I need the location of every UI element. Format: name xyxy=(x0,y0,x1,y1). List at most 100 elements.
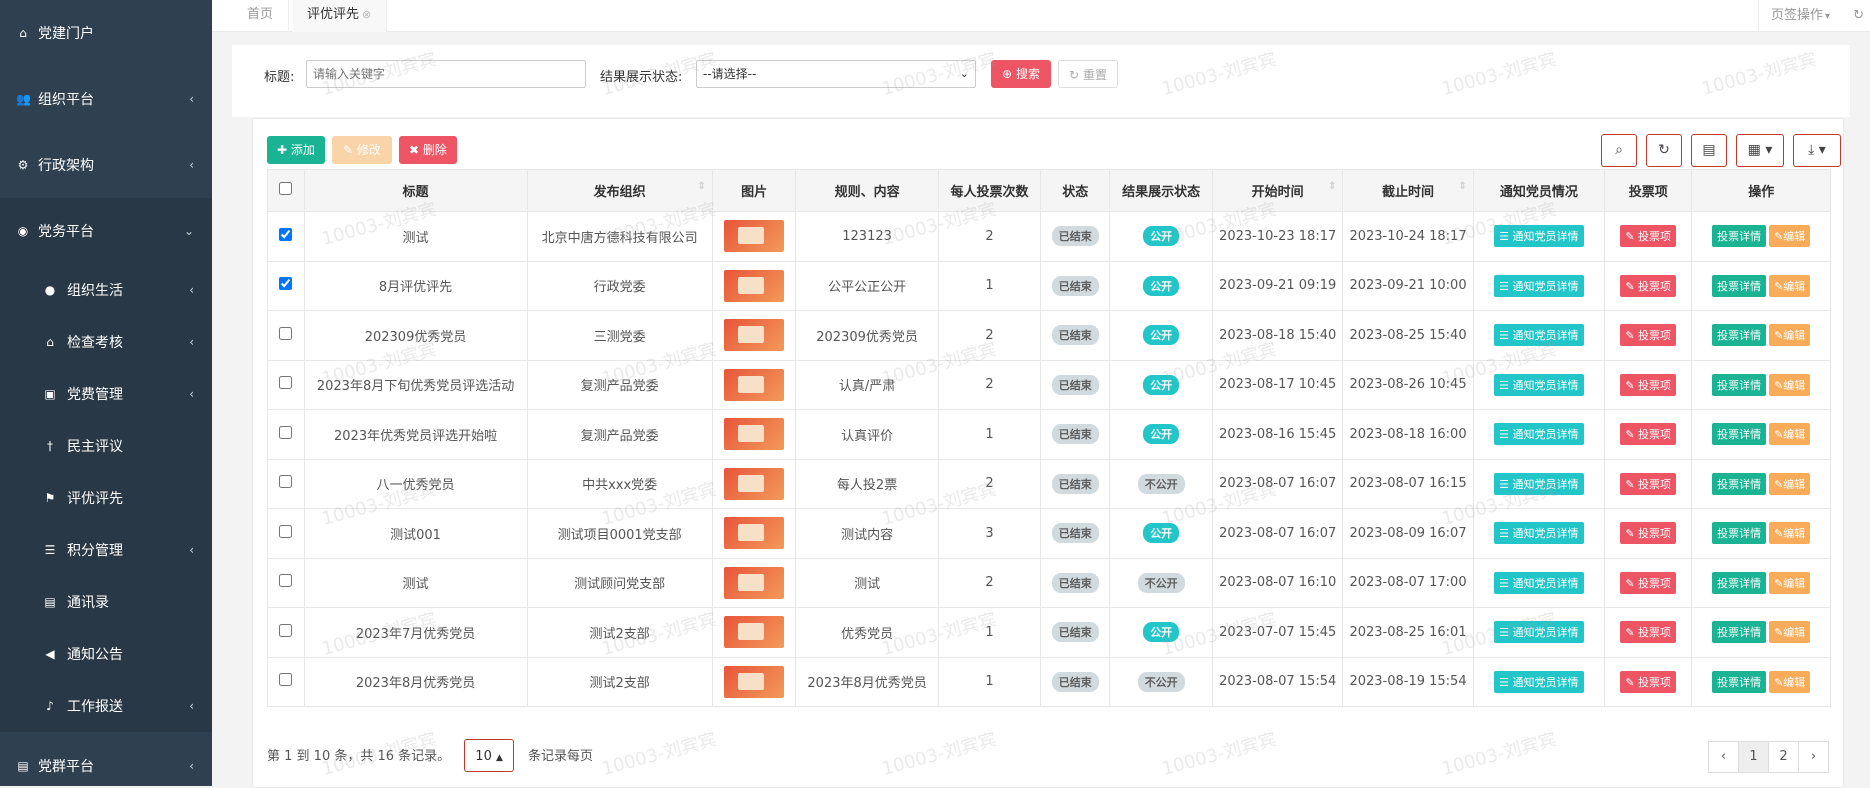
vote-details-button[interactable]: 投票详情 xyxy=(1712,225,1767,248)
tab-operations-menu[interactable]: 页签操作 ▾ xyxy=(1757,0,1842,32)
sidebar-subitem-2[interactable]: ▣ 党费管理 ‹ xyxy=(0,368,212,420)
vote-items-button[interactable]: ✎ 投票项 xyxy=(1620,621,1677,644)
edit-row-button[interactable]: ✎编辑 xyxy=(1769,324,1811,347)
vote-details-button[interactable]: 投票详情 xyxy=(1712,373,1767,396)
vote-items-button[interactable]: ✎ 投票项 xyxy=(1620,373,1677,396)
ballot-box-image[interactable] xyxy=(724,368,785,401)
notify-details-button[interactable]: ☰ 通知党员详情 xyxy=(1494,571,1584,594)
edit-row-button[interactable]: ✎编辑 xyxy=(1769,670,1811,693)
sidebar-item-0[interactable]: ⌂ 党建门户 xyxy=(0,0,212,66)
sidebar-subitem-8[interactable]: ♪ 工作报送 ‹ xyxy=(0,680,212,732)
ballot-box-image[interactable] xyxy=(724,566,785,599)
ballot-box-image[interactable] xyxy=(724,467,785,500)
edit-row-button[interactable]: ✎编辑 xyxy=(1769,274,1811,297)
ballot-box-image[interactable] xyxy=(724,616,785,649)
ballot-box-image[interactable] xyxy=(724,418,785,451)
sidebar-subitem-6[interactable]: ▤ 通讯录 xyxy=(0,576,212,628)
notify-details-button[interactable]: ☰ 通知党员详情 xyxy=(1494,274,1584,297)
vote-items-button[interactable]: ✎ 投票项 xyxy=(1620,571,1677,594)
close-icon[interactable]: ⊗ xyxy=(362,8,371,21)
vote-details-button[interactable]: 投票详情 xyxy=(1712,571,1767,594)
sidebar-subitem-7[interactable]: ◀ 通知公告 xyxy=(0,628,212,680)
page-button[interactable]: 1 xyxy=(1738,741,1769,773)
export-icon[interactable]: ⤓ ▾ xyxy=(1793,134,1841,167)
row-checkbox[interactable] xyxy=(279,574,293,588)
sidebar-subitem-3[interactable]: † 民主评议 xyxy=(0,420,212,472)
row-checkbox[interactable] xyxy=(279,475,293,489)
edit-row-button[interactable]: ✎编辑 xyxy=(1769,522,1811,545)
table-row[interactable]: 测试 北京中唐方德科技有限公司 123123 2 已结束 公开 2023-10-23 18:… xyxy=(267,211,1831,262)
tab-current[interactable]: 评优评先 ⊗ xyxy=(292,0,388,32)
vote-items-button[interactable]: ✎ 投票项 xyxy=(1620,670,1677,693)
sidebar-subitem-5[interactable]: ☰ 积分管理 ‹ xyxy=(0,524,212,576)
add-button[interactable]: ✚ 添加 xyxy=(267,136,325,164)
table-row[interactable]: 2023年优秀党员评选开始啦 复测产品党委 认真评价 1 已结束 公开 2023-08-16… xyxy=(267,409,1831,460)
next-page-button[interactable]: › xyxy=(1798,741,1829,773)
notify-details-button[interactable]: ☰ 通知党员详情 xyxy=(1494,670,1584,693)
refresh-table-icon[interactable]: ↻ xyxy=(1646,134,1682,167)
title-search-input[interactable] xyxy=(306,60,586,88)
vote-details-button[interactable]: 投票详情 xyxy=(1712,423,1767,446)
edit-button[interactable]: ✎ 修改 xyxy=(332,136,392,164)
ballot-box-image[interactable] xyxy=(724,220,785,253)
tab-home[interactable]: 首页 xyxy=(232,0,290,32)
page-button[interactable]: 2 xyxy=(1768,741,1799,773)
refresh-icon[interactable]: ↻ xyxy=(1853,0,1864,32)
table-row[interactable]: 2023年8月优秀党员 测试2支部 2023年8月优秀党员 1 已结束 不公开 2023-0… xyxy=(267,656,1831,707)
ballot-box-image[interactable] xyxy=(724,269,785,302)
table-row[interactable]: 2023年7月优秀党员 测试2支部 优秀党员 1 已结束 公开 2023-07-07 15:… xyxy=(267,607,1831,658)
table-row[interactable]: 2023年8月下旬优秀党员评选活动 复测产品党委 认真/严肃 2 已结束 公开 2023-0… xyxy=(267,359,1831,410)
notify-details-button[interactable]: ☰ 通知党员详情 xyxy=(1494,373,1584,396)
edit-row-button[interactable]: ✎编辑 xyxy=(1769,225,1811,248)
edit-row-button[interactable]: ✎编辑 xyxy=(1769,472,1811,495)
vote-details-button[interactable]: 投票详情 xyxy=(1712,274,1767,297)
row-checkbox[interactable] xyxy=(279,277,293,291)
table-row[interactable]: 测试 测试顾问党支部 测试 2 已结束 不公开 2023-08-07 16:10 2023-0… xyxy=(267,557,1831,608)
vote-details-button[interactable]: 投票详情 xyxy=(1712,522,1767,545)
vote-items-button[interactable]: ✎ 投票项 xyxy=(1620,274,1677,297)
row-checkbox[interactable] xyxy=(279,623,293,637)
vote-items-button[interactable]: ✎ 投票项 xyxy=(1620,472,1677,495)
delete-button[interactable]: ✖ 删除 xyxy=(399,136,457,164)
table-row[interactable]: 8月评优评先 行政党委 公平公正公开 1 已结束 公开 2023-09-21 09:19 20… xyxy=(267,260,1831,311)
vote-items-button[interactable]: ✎ 投票项 xyxy=(1620,225,1677,248)
vote-details-button[interactable]: 投票详情 xyxy=(1712,670,1767,693)
row-checkbox[interactable] xyxy=(279,425,293,439)
row-checkbox[interactable] xyxy=(279,376,293,390)
toggle-view-icon[interactable]: ▤ xyxy=(1691,134,1727,167)
notify-details-button[interactable]: ☰ 通知党员详情 xyxy=(1494,522,1584,545)
ballot-box-image[interactable] xyxy=(724,517,785,550)
edit-row-button[interactable]: ✎编辑 xyxy=(1769,571,1811,594)
table-row[interactable]: 测试001 测试项目0001党支部 测试内容 3 已结束 公开 2023-08-07 16:… xyxy=(267,508,1831,559)
vote-details-button[interactable]: 投票详情 xyxy=(1712,324,1767,347)
page-size-select[interactable]: 10 ▲ xyxy=(464,739,514,772)
column-header-1[interactable]: 发布组织 xyxy=(526,169,713,212)
select-all-checkbox[interactable] xyxy=(279,182,293,195)
status-select[interactable]: --请选择-- ⌄ xyxy=(696,60,976,88)
sidebar-subitem-0[interactable]: ● 组织生活 ‹ xyxy=(0,264,212,316)
sidebar-subitem-4[interactable]: ⚑ 评优评先 xyxy=(0,472,212,524)
vote-items-button[interactable]: ✎ 投票项 xyxy=(1620,522,1677,545)
vote-items-button[interactable]: ✎ 投票项 xyxy=(1620,423,1677,446)
notify-details-button[interactable]: ☰ 通知党员详情 xyxy=(1494,621,1584,644)
row-checkbox[interactable] xyxy=(279,673,293,687)
vote-details-button[interactable]: 投票详情 xyxy=(1712,621,1767,644)
ballot-box-image[interactable] xyxy=(724,319,785,352)
sidebar-item-1[interactable]: 👥 组织平台 ‹ xyxy=(0,66,212,132)
sidebar-item-bottom[interactable]: ▤ 党群平台 ‹ xyxy=(0,746,212,786)
sidebar-item-2[interactable]: ⚙ 行政架构 ‹ xyxy=(0,132,212,198)
column-header-7[interactable]: 开始时间 xyxy=(1211,169,1344,212)
table-row[interactable]: 202309优秀党员 三测党委 202309优秀党员 2 已结束 公开 2023-08-18… xyxy=(267,310,1831,361)
notify-details-button[interactable]: ☰ 通知党员详情 xyxy=(1494,324,1584,347)
edit-row-button[interactable]: ✎编辑 xyxy=(1769,373,1811,396)
search-button[interactable]: ⊕ 搜索 xyxy=(991,60,1051,88)
notify-details-button[interactable]: ☰ 通知党员详情 xyxy=(1494,423,1584,446)
edit-row-button[interactable]: ✎编辑 xyxy=(1769,423,1811,446)
sidebar-item-3[interactable]: ◉ 党务平台 ⌄ xyxy=(0,198,212,264)
row-checkbox[interactable] xyxy=(279,227,293,241)
ballot-box-image[interactable] xyxy=(724,665,785,698)
row-checkbox[interactable] xyxy=(279,326,293,340)
notify-details-button[interactable]: ☰ 通知党员详情 xyxy=(1494,225,1584,248)
prev-page-button[interactable]: ‹ xyxy=(1708,741,1739,773)
sidebar-subitem-1[interactable]: ⌂ 检查考核 ‹ xyxy=(0,316,212,368)
